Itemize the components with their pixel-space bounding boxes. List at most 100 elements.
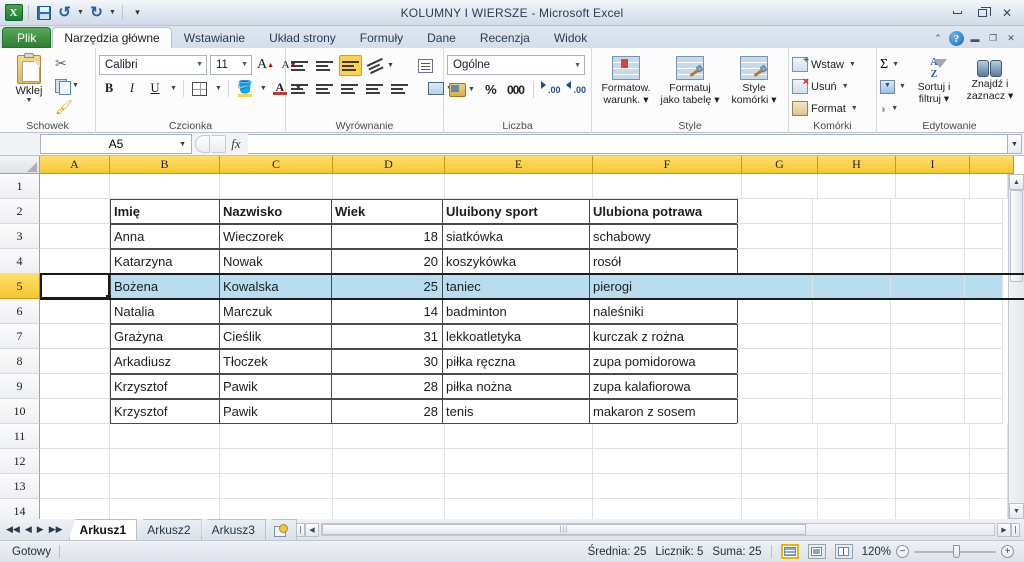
doc-restore-icon[interactable]: ❐ [986,32,1000,45]
tab-dane[interactable]: Dane [415,27,468,48]
cell-H2[interactable] [813,199,891,224]
conditional-formatting-button[interactable]: Formatow. warunk. ▾ [595,54,657,106]
cell-D7[interactable]: 31 [331,324,443,349]
number-format-select[interactable]: Ogólne ▼ [447,55,585,75]
tab-narzedzia-glowne[interactable]: Narzędzia główne [52,27,172,49]
first-sheet-button[interactable]: ◀◀ [6,524,20,535]
cell-C10[interactable]: Pawik [219,399,332,424]
cell-C7[interactable]: Cieślik [219,324,332,349]
cell-x9[interactable] [965,374,1003,399]
chevron-down-icon[interactable]: ▼ [891,105,898,112]
cell-D13[interactable] [333,474,445,499]
font-size-input[interactable]: 11 ▼ [210,54,252,75]
vertical-scrollbar[interactable]: ▲ ▼ [1008,174,1024,519]
horizontal-scrollbar[interactable]: | ◀ ||| ▶ | [295,519,1024,540]
chevron-down-icon[interactable]: ▼ [72,82,79,89]
row-header-14[interactable]: 14 [0,499,40,519]
cell-A11[interactable] [40,424,110,449]
cell-G1[interactable] [742,174,818,199]
column-header-G[interactable]: G [742,156,818,174]
format-painter-button[interactable]: 🖌 [55,97,79,118]
delete-cells-button[interactable]: Usuń ▼ [792,76,849,97]
column-header-A[interactable]: A [40,156,110,174]
cell-A3[interactable] [40,224,110,249]
row-header-5[interactable]: 5 [0,274,40,299]
cell-B3[interactable]: Anna [110,224,220,249]
cell-A6[interactable] [40,299,110,324]
scroll-down-button[interactable]: ▼ [1009,503,1024,519]
increase-decimal-button[interactable]: .00 [540,79,563,100]
chevron-down-icon[interactable]: ▼ [892,61,899,68]
underline-button[interactable]: U [145,78,165,99]
orientation-button[interactable]: ▼ [366,55,396,76]
cell-styles-button[interactable]: Style komórki ▾ [723,54,785,106]
cell-D1[interactable] [333,174,445,199]
view-normal-button[interactable] [780,544,799,559]
align-middle-button[interactable] [314,55,335,76]
cell-B1[interactable] [110,174,220,199]
hscroll-thumb[interactable]: ||| [321,524,806,535]
status-average[interactable]: Średnia: 25 [588,546,647,558]
cell-F13[interactable] [593,474,742,499]
cell-D5[interactable]: 25 [331,274,443,299]
insert-worksheet-button[interactable] [264,519,297,540]
cell-G8[interactable] [737,349,813,374]
expand-formula-bar-button[interactable]: ▼ [1008,134,1022,154]
borders-chevron-icon[interactable]: ▼ [215,85,222,92]
cell-B14[interactable] [110,499,220,519]
cell-D3[interactable]: 18 [331,224,443,249]
zoom-level[interactable]: 120% [862,546,891,558]
cell-B8[interactable]: Arkadiusz [110,349,220,374]
cell-x4[interactable] [965,249,1003,274]
cell-F11[interactable] [593,424,742,449]
cell-A9[interactable] [40,374,110,399]
sheet-tab-arkusz1[interactable]: Arkusz1 [68,519,138,540]
cell-D14[interactable] [333,499,445,519]
cell-H6[interactable] [813,299,891,324]
cell-B9[interactable]: Krzysztof [110,374,220,399]
cell-H12[interactable] [818,449,896,474]
chevron-down-icon[interactable]: ▼ [196,61,203,68]
cell-C3[interactable]: Wieczorek [219,224,332,249]
column-header-F[interactable]: F [593,156,742,174]
row-header-9[interactable]: 9 [0,374,40,399]
chevron-down-icon[interactable]: ▼ [899,83,906,90]
cell-x6[interactable] [965,299,1003,324]
cancel-formula-button[interactable] [195,135,210,153]
next-sheet-button[interactable]: ▶ [37,524,44,535]
row-header-12[interactable]: 12 [0,449,40,474]
cell-C4[interactable]: Nowak [219,249,332,274]
cell-x14[interactable] [970,499,1008,519]
cell-F3[interactable]: schabowy [589,224,738,249]
cell-x7[interactable] [965,324,1003,349]
cell-H3[interactable] [813,224,891,249]
cell-D2[interactable]: Wiek [331,199,443,224]
cell-C13[interactable] [220,474,333,499]
cell-I6[interactable] [891,299,965,324]
cell-x13[interactable] [970,474,1008,499]
tab-recenzja[interactable]: Recenzja [468,27,542,48]
font-name-input[interactable]: Calibri ▼ [99,54,207,75]
last-sheet-button[interactable]: ▶▶ [49,524,63,535]
cell-B6[interactable]: Natalia [110,299,220,324]
cell-A14[interactable] [40,499,110,519]
cell-B12[interactable] [110,449,220,474]
cell-F5[interactable]: pierogi [589,274,738,299]
cell-B10[interactable]: Krzysztof [110,399,220,424]
enter-formula-button[interactable] [211,135,226,153]
cell-G11[interactable] [742,424,818,449]
cell-H7[interactable] [813,324,891,349]
zoom-out-button[interactable]: − [896,545,909,558]
zoom-slider[interactable] [914,545,996,558]
cell-B4[interactable]: Katarzyna [110,249,220,274]
vscroll-thumb[interactable] [1010,190,1023,282]
cell-G12[interactable] [742,449,818,474]
cell-x8[interactable] [965,349,1003,374]
prev-sheet-button[interactable]: ◀ [25,524,32,535]
cell-G7[interactable] [737,324,813,349]
fill-color-button[interactable]: 🪣 [235,78,255,99]
chevron-down-icon[interactable]: ▼ [468,86,475,93]
row-header-8[interactable]: 8 [0,349,40,374]
cell-F6[interactable]: naleśniki [589,299,738,324]
chevron-down-icon[interactable]: ▼ [179,141,186,148]
